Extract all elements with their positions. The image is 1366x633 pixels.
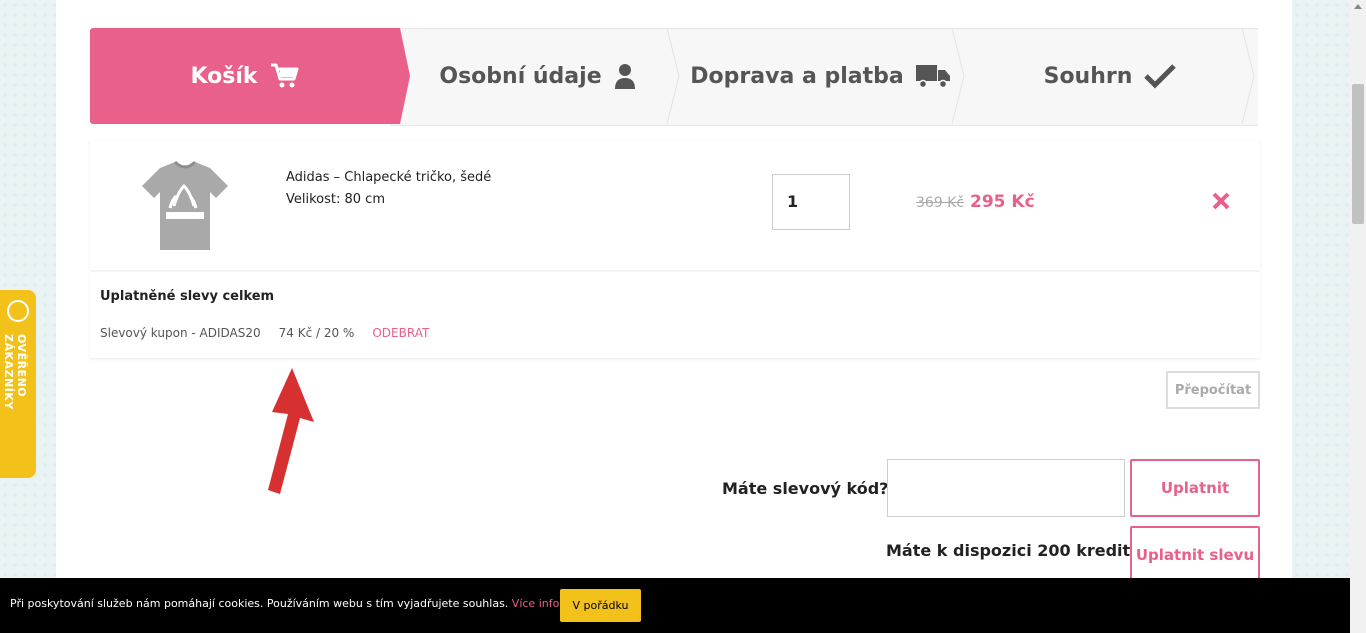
page-background-right — [1292, 0, 1350, 633]
discount-code-input[interactable] — [887, 459, 1125, 517]
step-personal-info[interactable]: Osobní údaje — [400, 28, 675, 124]
cart-item-row: Adidas – Chlapecké tričko, šedé Velikost… — [90, 140, 1260, 270]
recalculate-button[interactable]: Přepočítat — [1166, 371, 1260, 409]
remove-item-icon[interactable] — [1210, 190, 1232, 212]
badge-text: OVĚŘENO ZÁKAZNÍKY — [2, 334, 28, 410]
step-shipping-label: Doprava a platba — [690, 63, 904, 89]
discount-code-label: Máte slevový kód? — [722, 479, 889, 498]
cookie-accept-button[interactable]: V pořádku — [560, 589, 641, 622]
product-image[interactable] — [130, 150, 240, 260]
step-shipping-payment[interactable]: Doprava a platba — [680, 28, 960, 124]
cookie-text: Při poskytování služeb nám pomáhají cook… — [10, 597, 594, 610]
coupon-name: Slevový kupon - ADIDAS20 — [100, 326, 261, 340]
checkout-steps: Košík Osobní údaje Doprava a platba Souh… — [90, 28, 1258, 126]
verified-by-customers-badge[interactable]: OVĚŘENO ZÁKAZNÍKY — [0, 290, 36, 478]
scroll-thumb[interactable] — [1352, 84, 1364, 224]
annotation-arrow-icon — [250, 360, 330, 500]
discounts-title: Uplatněné slevy celkem — [100, 289, 275, 304]
checkmark-icon — [1144, 63, 1177, 89]
apply-credit-button[interactable]: Uplatnit slevu — [1130, 526, 1260, 584]
truck-icon — [915, 63, 950, 89]
cookie-message: Při poskytování služeb nám pomáhají cook… — [10, 597, 509, 610]
remove-coupon-link[interactable]: ODEBRAT — [372, 326, 429, 340]
heureka-logo-icon — [7, 300, 29, 322]
discount-line: Slevový kupon - ADIDAS20 74 Kč / 20 % OD… — [100, 326, 429, 340]
scroll-up-icon[interactable] — [1354, 4, 1362, 9]
credit-info: Máte k dispozici 200 kreditů. — [886, 541, 1148, 560]
applied-discounts: Uplatněné slevy celkem Slevový kupon - A… — [90, 272, 1260, 358]
step-summary-label: Souhrn — [1043, 63, 1133, 89]
step-cart-label: Košík — [190, 63, 258, 89]
scrollbar[interactable] — [1350, 0, 1366, 633]
cart-icon — [270, 63, 300, 89]
step-summary[interactable]: Souhrn — [965, 28, 1255, 124]
quantity-input[interactable]: 1 — [772, 174, 850, 230]
cookie-bar: Při poskytování služeb nám pomáhají cook… — [0, 578, 1350, 633]
new-price: 295 Kč — [970, 192, 1035, 212]
product-size: Velikost: 80 cm — [286, 192, 385, 207]
old-price: 369 Kč — [916, 195, 965, 211]
coupon-amount: 74 Kč / 20 % — [278, 326, 355, 340]
step-cart[interactable]: Košík — [90, 28, 400, 124]
product-name[interactable]: Adidas – Chlapecké tričko, šedé — [286, 170, 491, 185]
step-personal-label: Osobní údaje — [439, 63, 602, 89]
apply-code-button[interactable]: Uplatnit — [1130, 459, 1260, 517]
user-icon — [614, 63, 636, 89]
